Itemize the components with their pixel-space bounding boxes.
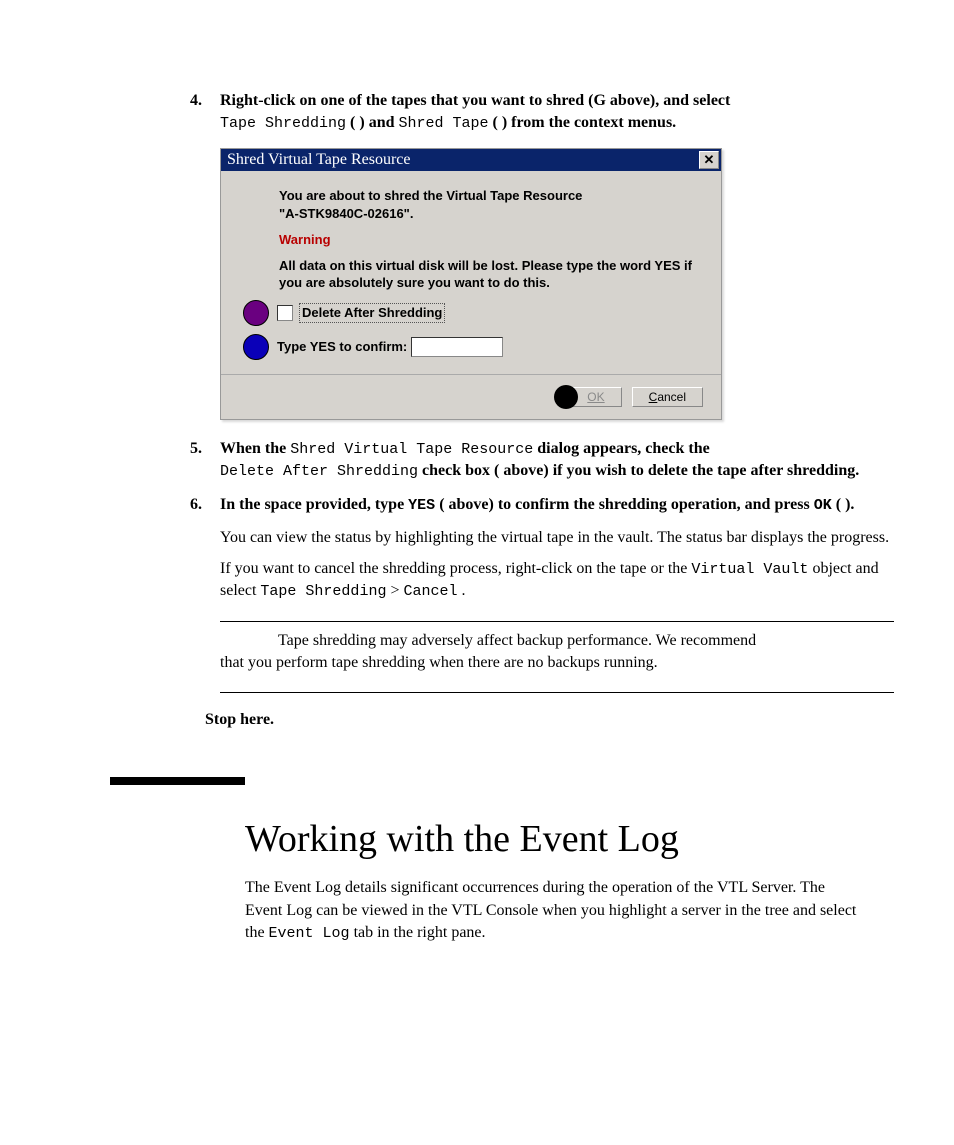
step-5-mid: dialog appears, check the xyxy=(537,440,709,457)
section-bar xyxy=(110,777,245,785)
section-intro: The Event Log details significant occurr… xyxy=(245,877,865,944)
dialog-title-bar: Shred Virtual Tape Resource ✕ xyxy=(221,149,721,171)
marker-circle-purple xyxy=(243,300,269,326)
cancel-underline: C xyxy=(649,390,658,404)
dialog-title: Shred Virtual Tape Resource xyxy=(227,149,411,171)
step-6-p2c: > xyxy=(390,582,403,599)
note-rule-top xyxy=(220,621,894,622)
note-line-1: Tape shredding may adversely affect back… xyxy=(220,630,894,652)
step-5-trail: check box ( above) if you wish to delete… xyxy=(422,462,859,479)
intro-mono: Event Log xyxy=(269,925,350,942)
stop-here: Stop here. xyxy=(205,711,894,729)
step-4-number: 4. xyxy=(190,90,202,112)
step-6: 6. In the space provided, type YES ( abo… xyxy=(190,494,894,693)
step-6-p2a: If you want to cancel the shredding proc… xyxy=(220,560,691,577)
confirm-input[interactable] xyxy=(411,337,503,357)
step-5-mono-1: Shred Virtual Tape Resource xyxy=(290,441,533,458)
dialog-message-2: All data on this virtual disk will be lo… xyxy=(279,257,699,292)
dialog-msg-1b: "A-STK9840C-02616". xyxy=(279,206,413,221)
step-4-mono-2: Shred Tape xyxy=(398,115,488,132)
step-6-trail: ( ). xyxy=(836,496,855,513)
section-heading: Working with the Event Log xyxy=(245,817,894,861)
step-5-lead: When the xyxy=(220,440,290,457)
step-6-para-1: You can view the status by highlighting … xyxy=(220,527,894,549)
step-6-mid: ( above) to confirm the shredding operat… xyxy=(439,496,814,513)
step-4-lead: Right-click on one of the tapes that you… xyxy=(220,92,730,109)
step-6-number: 6. xyxy=(190,494,202,516)
step-4-mono-1: Tape Shredding xyxy=(220,115,346,132)
step-4: 4. Right-click on one of the tapes that … xyxy=(190,90,894,420)
step-6-p2d: . xyxy=(462,582,466,599)
delete-after-shred-label: Delete After Shredding xyxy=(299,303,445,323)
step-6-mono-5: Cancel xyxy=(403,583,457,600)
dialog-footer: OK Cancel xyxy=(221,374,721,419)
cancel-button[interactable]: Cancel xyxy=(632,387,703,407)
step-5-mono-2: Delete After Shredding xyxy=(220,463,418,480)
step-4-trail: ( ) from the context menus. xyxy=(493,114,677,131)
dialog-screenshot: Shred Virtual Tape Resource ✕ You are ab… xyxy=(220,148,894,420)
note-line-2: that you perform tape shredding when the… xyxy=(220,652,894,674)
delete-after-shred-checkbox[interactable] xyxy=(277,305,293,321)
note-rule-bottom xyxy=(220,692,894,693)
ok-button-label: OK xyxy=(587,390,604,404)
step-6-mono-4: Tape Shredding xyxy=(260,583,386,600)
intro-text-2: tab in the right pane. xyxy=(354,924,486,941)
cancel-rest: ancel xyxy=(657,390,686,404)
close-icon[interactable]: ✕ xyxy=(699,151,719,169)
confirm-row: Type YES to confirm: xyxy=(243,334,699,360)
step-6-mono-3: Virtual Vault xyxy=(691,561,808,578)
step-5-number: 5. xyxy=(190,438,202,460)
step-6-para-2: If you want to cancel the shredding proc… xyxy=(220,558,894,603)
dialog-message-1: You are about to shred the Virtual Tape … xyxy=(279,187,699,223)
step-6-lead: In the space provided, type xyxy=(220,496,408,513)
dialog-msg-1a: You are about to shred the Virtual Tape … xyxy=(279,188,582,203)
step-6-mono-1: YES xyxy=(408,497,435,514)
dialog-warning-label: Warning xyxy=(279,231,699,249)
step-6-mono-2: OK xyxy=(814,497,832,514)
note-block: Tape shredding may adversely affect back… xyxy=(220,630,894,675)
confirm-label: Type YES to confirm: xyxy=(277,338,407,356)
step-5: 5. When the Shred Virtual Tape Resource … xyxy=(190,438,894,483)
marker-circle-black xyxy=(554,385,578,409)
marker-circle-blue xyxy=(243,334,269,360)
step-4-mid: ( ) and xyxy=(350,114,398,131)
delete-after-shred-row: Delete After Shredding xyxy=(243,300,699,326)
